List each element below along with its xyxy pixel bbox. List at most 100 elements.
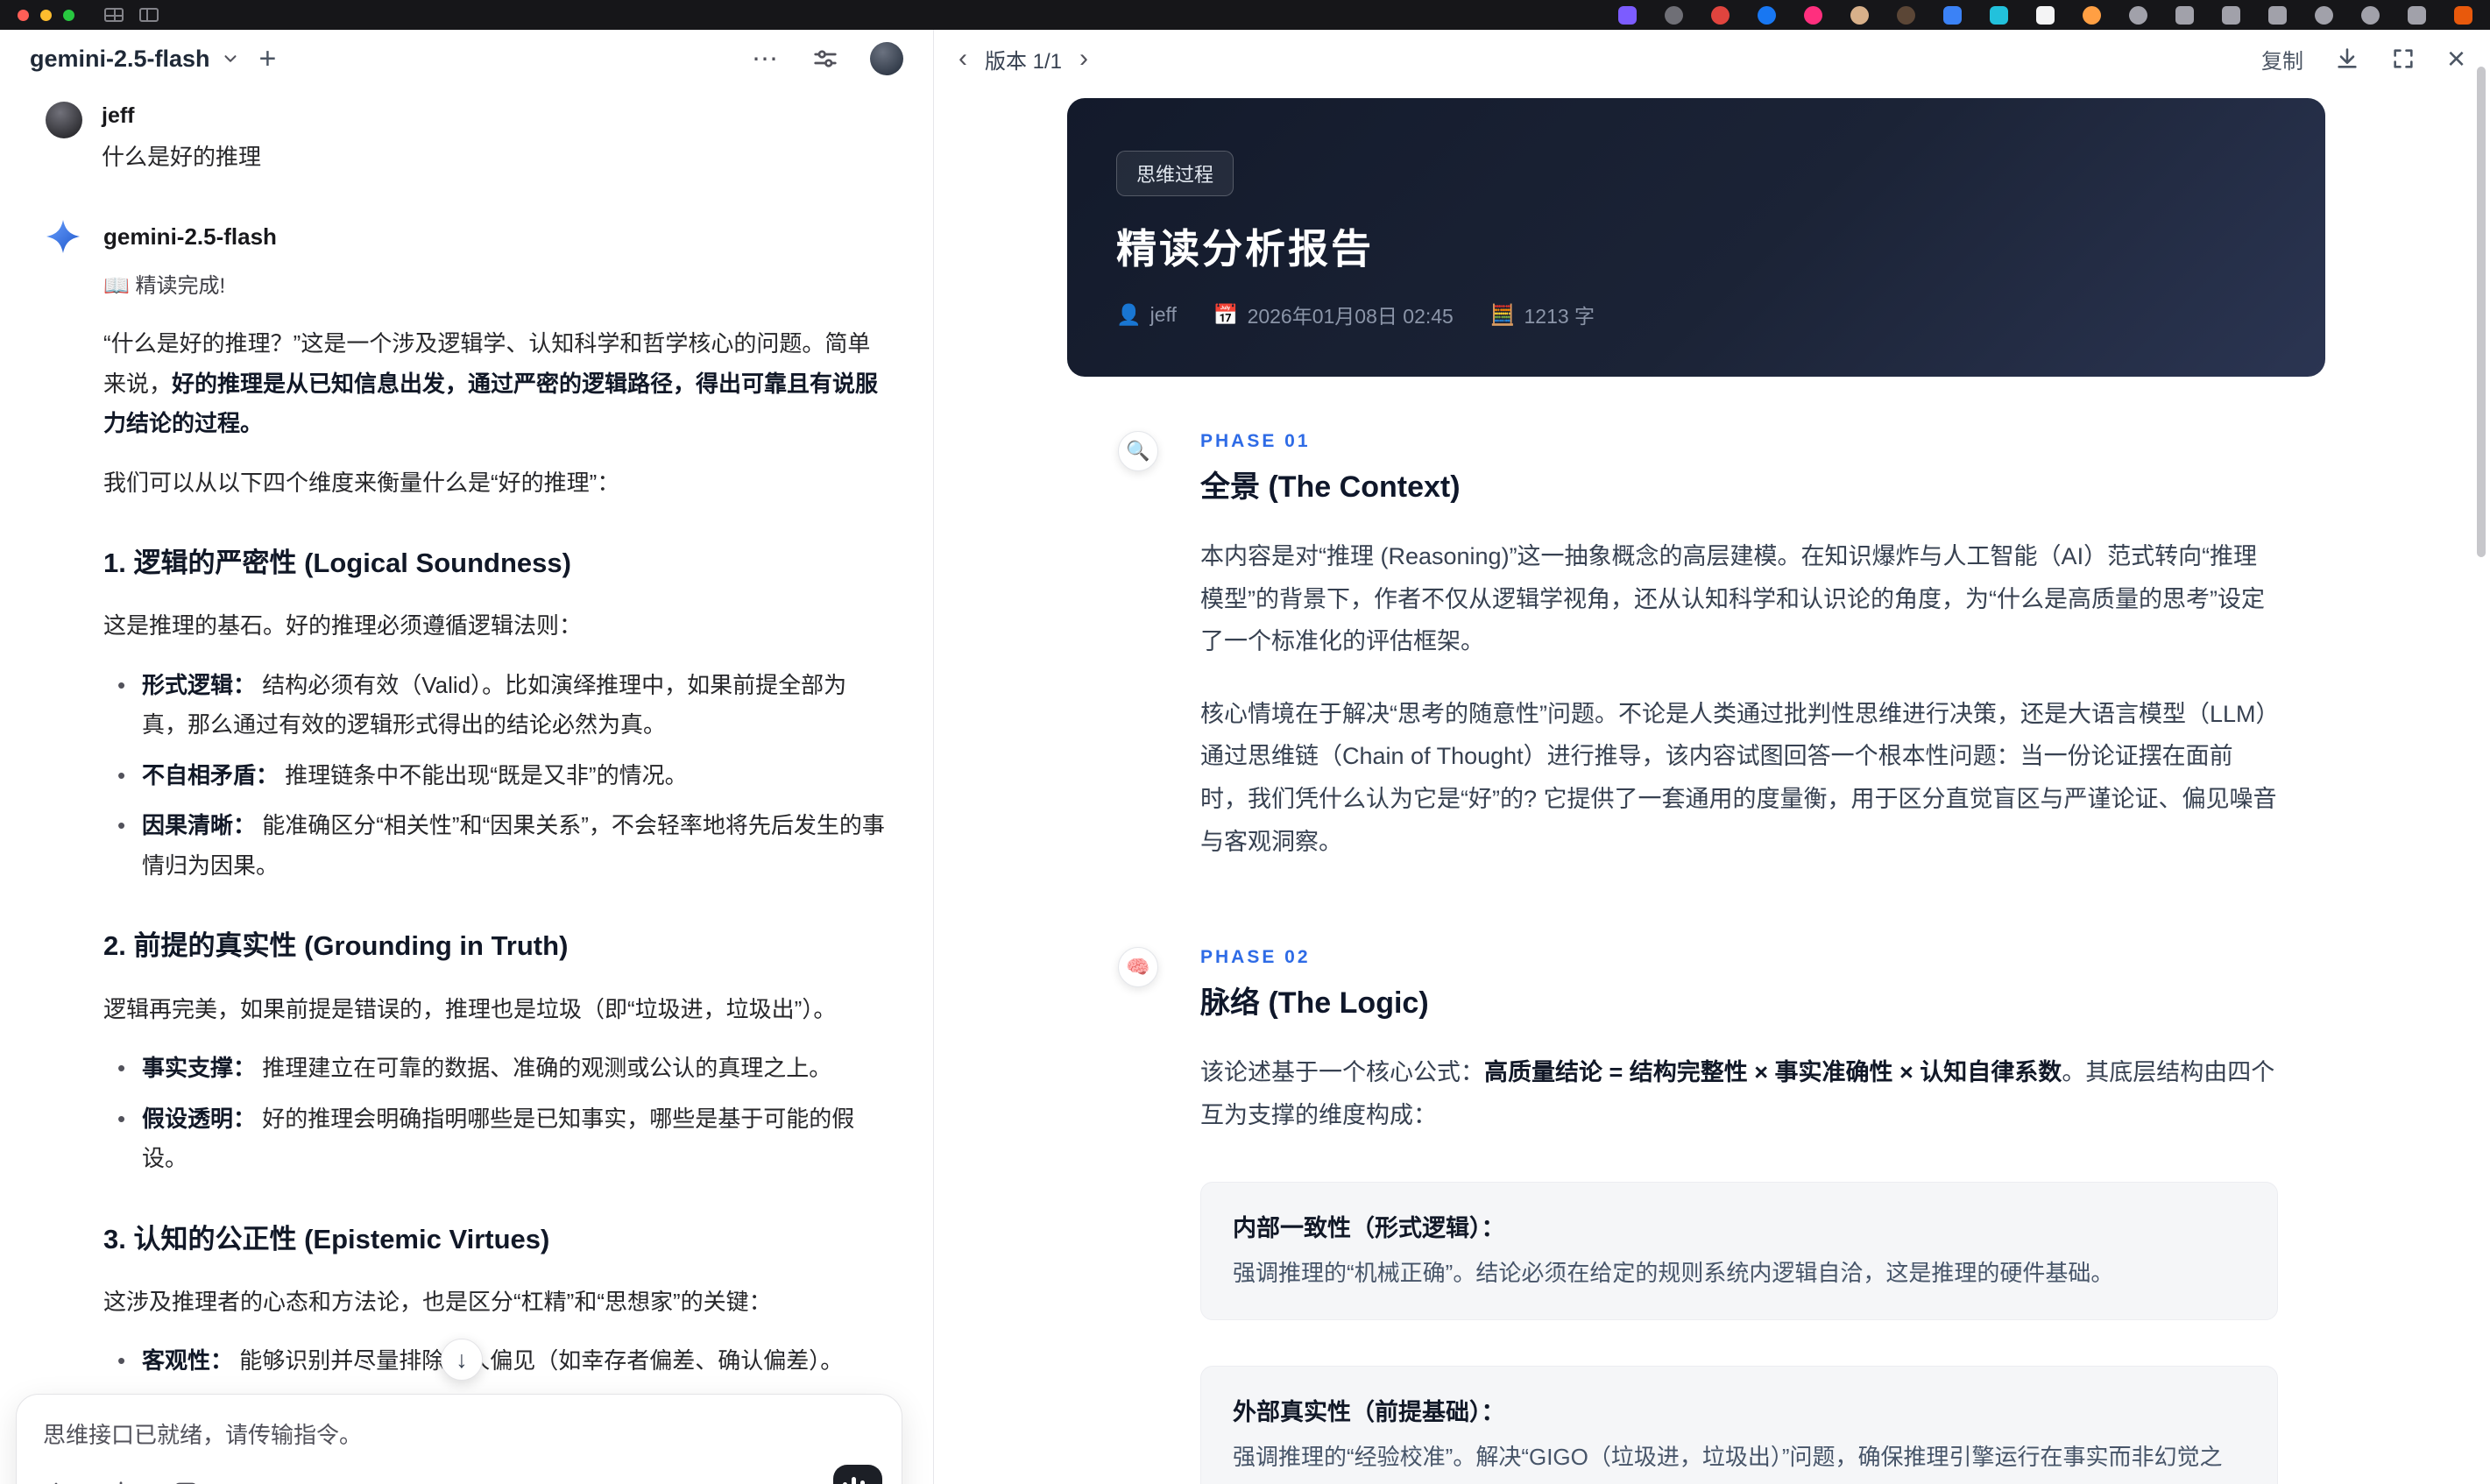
meta-icon: 👤 (1116, 302, 1142, 326)
sender-name: gemini-2.5-flash (103, 223, 277, 250)
model-name: gemini-2.5-flash (30, 45, 210, 72)
spaces-grid-icon[interactable] (104, 8, 124, 22)
artifact-panel: ‹ 版本 1/1 › 复制 × 思维过程 精读分析报告 👤 jeff 📅 202… (934, 30, 2490, 1484)
download-icon (2338, 48, 2357, 68)
phase-title: 脉络 (The Logic) (1200, 986, 1429, 1021)
meta-text: 2026年01月08日 02:45 (1247, 305, 1454, 328)
menubar (0, 0, 2490, 30)
window-layout-icon[interactable] (139, 8, 159, 22)
status-icon[interactable] (2268, 5, 2287, 25)
menubar-status-icons (1618, 5, 2472, 25)
meta-item: 📅 2026年01月08日 02:45 (1213, 300, 1454, 329)
artifact-content[interactable]: 思维过程 精读分析报告 👤 jeff 📅 2026年01月08日 02:45 🧮… (934, 88, 2490, 1484)
window-controls (18, 9, 74, 21)
brain-icon: 🧠 (1118, 947, 1158, 988)
status-icon[interactable] (2222, 5, 2240, 25)
status-icon[interactable] (2408, 5, 2426, 25)
status-icon[interactable] (1804, 5, 1822, 25)
fullscreen-button[interactable] (2391, 46, 2416, 71)
card-text: 强调推理的“经验校准”。解决“GIGO（垃圾进，垃圾出）”问题，确保推理引擎运行… (1233, 1443, 2223, 1484)
new-chat-button[interactable]: + (259, 44, 277, 74)
avatar (46, 102, 82, 138)
logic-card: 内部一致性（形式逻辑）： 强调推理的“机械正确”。结论必须在给定的规则系统内逻辑… (1200, 1182, 2278, 1320)
status-icon[interactable] (2129, 5, 2147, 25)
status-icon[interactable] (2361, 5, 2380, 25)
report-hero-card: 思维过程 精读分析报告 👤 jeff 📅 2026年01月08日 02:45 🧮… (1067, 98, 2325, 377)
phase-label: PHASE 01 (1200, 431, 1311, 451)
reading-status: 📖 精读完成! (103, 274, 226, 298)
bullet-list: 事实支撑： 推理建立在可靠的数据、准确的观测或公认的真理之上。假设透明： 好的推… (103, 1049, 885, 1179)
user-avatar[interactable] (870, 42, 903, 75)
scrollbar-thumb[interactable] (2477, 67, 2486, 557)
status-icon[interactable] (2315, 5, 2333, 25)
traffic-light-button[interactable] (40, 9, 52, 21)
traffic-light-button[interactable] (63, 9, 74, 21)
status-icon[interactable] (2083, 5, 2101, 25)
report-meta: 👤 jeff 📅 2026年01月08日 02:45 🧮 1213 字 (1116, 300, 2276, 329)
traffic-light-button[interactable] (18, 9, 29, 21)
bullet-item: 事实支撑： 推理建立在可靠的数据、准确的观测或公认的真理之上。 (103, 1049, 885, 1089)
bullet-item: 客观性： 能够识别并尽量排除个人偏见（如幸存者偏差、确认偏差）。 (103, 1341, 885, 1382)
version-label: 版本 1/1 (985, 49, 1063, 74)
copy-button[interactable]: 复制 (2261, 44, 2303, 74)
meta-text: jeff (1150, 302, 1177, 326)
model-settings-button[interactable] (812, 46, 838, 72)
voice-input-button[interactable] (833, 1465, 882, 1484)
image-upload-button[interactable] (173, 1480, 199, 1484)
version-navigator: ‹ 版本 1/1 › (959, 44, 1088, 74)
artifact-header: ‹ 版本 1/1 › 复制 × (934, 30, 2490, 88)
chat-header: gemini-2.5-flash + ⋯ (0, 30, 933, 88)
status-icon[interactable] (2454, 5, 2472, 25)
gemini-star-icon (46, 220, 80, 253)
status-icon[interactable] (1711, 5, 1730, 25)
sliders-icon (814, 50, 837, 67)
status-icon[interactable] (1618, 5, 1637, 25)
bullet-item: 不自相矛盾： 推理链条中不能出现“既是又非”的情况。 (103, 756, 885, 796)
phase-section: 🔍 PHASE 01 全景 (The Context) 本内容是对“推理 (Re… (1067, 431, 2325, 863)
chat-input-card (16, 1394, 902, 1484)
scroll-to-bottom-button[interactable]: ↓ (441, 1339, 483, 1381)
status-icon[interactable] (2175, 5, 2194, 25)
status-icon[interactable] (1943, 5, 1962, 25)
model-selector[interactable]: gemini-2.5-flash (30, 46, 240, 73)
assistant-message-body: 📖 精读完成! “什么是好的推理？”这是一个涉及逻辑学、认知科学和哲学核心的问题… (103, 268, 885, 1484)
logic-cards: 内部一致性（形式逻辑）： 强调推理的“机械正确”。结论必须在给定的规则系统内逻辑… (1200, 1182, 2278, 1484)
section-desc: 这涉及推理者的心态和方法论，也是区分“杠精”和“思想家”的关键： (103, 1288, 772, 1315)
card-text: 强调推理的“机械正确”。结论必须在给定的规则系统内逻辑自洽，这是推理的硬件基础。 (1233, 1260, 2114, 1287)
previous-version-button[interactable]: ‹ (959, 46, 967, 72)
attach-button[interactable] (43, 1480, 69, 1484)
close-panel-button[interactable]: × (2447, 43, 2465, 74)
waveform-icon (859, 1480, 865, 1484)
status-icon[interactable] (1758, 5, 1776, 25)
next-version-button[interactable]: › (1079, 46, 1088, 72)
meta-item: 👤 jeff (1116, 300, 1177, 329)
bullet-list: 形式逻辑： 结构必须有效（Valid）。比如演绎推理中，如果前提全部为真，那么通… (103, 666, 885, 887)
chat-message-list[interactable]: jeff 什么是好的推理 gemini-2.5-flash 📖 精读完成! “什… (0, 88, 933, 1484)
section-desc: 这是推理的基石。好的推理必须遵循逻辑法则： (103, 612, 583, 640)
download-button[interactable] (2335, 46, 2359, 71)
waveform-icon (851, 1477, 856, 1484)
section-heading: 1. 逻辑的严密性 (Logical Soundness) (103, 548, 571, 578)
bullet-item: 因果清晰： 能准确区分“相关性”和“因果关系”，不会轻率地将先后发生的事情归为因… (103, 806, 885, 886)
skills-button[interactable] (108, 1480, 134, 1484)
logic-card: 外部真实性（前提基础）： 强调推理的“经验校准”。解决“GIGO（垃圾进，垃圾出… (1200, 1365, 2278, 1484)
bullet-item: 形式逻辑： 结构必须有效（Valid）。比如演绎推理中，如果前提全部为真，那么通… (103, 666, 885, 746)
plus-icon (54, 1482, 58, 1484)
chevron-down-icon (224, 55, 237, 62)
status-icon[interactable] (2036, 5, 2055, 25)
more-options-button[interactable]: ⋯ (752, 44, 781, 74)
status-icon[interactable] (1665, 5, 1683, 25)
paragraph: 我们可以从以下四个维度来衡量什么是“好的推理”： (103, 469, 620, 496)
chat-input[interactable] (43, 1417, 796, 1456)
paragraph: 核心情境在于解决“思考的随意性”问题。不论是人类通过批判性思维进行决策，还是大语… (1200, 700, 2277, 855)
chat-panel: gemini-2.5-flash + ⋯ jeff 什么是好的推理 gemini… (0, 30, 934, 1484)
sender-name: jeff (102, 103, 135, 128)
message-text: 什么是好的推理 (102, 144, 262, 170)
report-title: 精读分析报告 (1116, 226, 1374, 272)
image-icon (176, 1482, 195, 1484)
meta-icon: 🧮 (1489, 302, 1516, 326)
section-desc: 逻辑再完美，如果前提是错误的，推理也是垃圾（即“垃圾进，垃圾出”）。 (103, 995, 837, 1022)
status-icon[interactable] (1897, 5, 1915, 25)
status-icon[interactable] (1990, 5, 2008, 25)
status-icon[interactable] (1850, 5, 1869, 25)
